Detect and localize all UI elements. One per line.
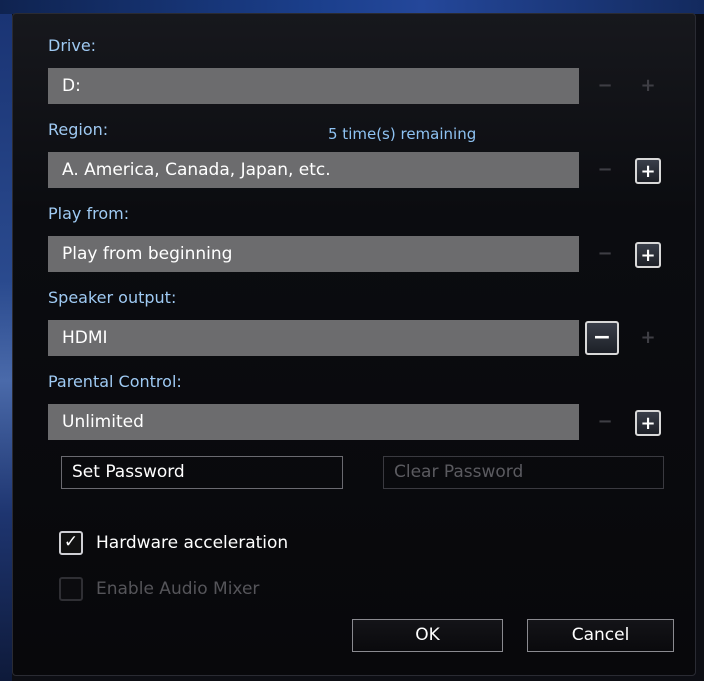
drive-plus-button: + [640,75,656,96]
background-strip-left [0,14,12,681]
parental-control-field[interactable]: Unlimited [48,404,579,440]
speaker-output-field[interactable]: HDMI [48,320,579,356]
drive-minus-button: − [597,75,613,96]
cancel-button[interactable]: Cancel [527,619,674,652]
region-plus-button[interactable]: + [635,158,661,184]
parental-control-plus-button[interactable]: + [635,410,661,436]
parental-control-label: Parental Control: [48,372,182,391]
region-label: Region: [48,120,109,139]
speaker-output-plus-button: + [640,327,656,348]
play-from-label: Play from: [48,204,130,223]
parental-control-minus-button: − [597,411,613,432]
speaker-output-minus-button[interactable]: − [585,321,619,355]
play-from-plus-button[interactable]: + [635,242,661,268]
drive-label: Drive: [48,36,97,55]
hardware-acceleration-checkbox[interactable]: ✓ [59,531,83,555]
play-from-field[interactable]: Play from beginning [48,236,579,272]
clear-password-button: Clear Password [383,456,664,489]
region-field[interactable]: A. America, Canada, Japan, etc. [48,152,579,188]
region-remaining-text: 5 time(s) remaining [328,125,477,143]
speaker-output-label: Speaker output: [48,288,177,307]
play-from-minus-button: − [597,243,613,264]
checkmark-icon: ✓ [63,532,79,552]
drive-field[interactable]: D: [48,68,579,104]
set-password-button[interactable]: Set Password [61,456,343,489]
region-minus-button: − [597,159,613,180]
hardware-acceleration-label[interactable]: Hardware acceleration [96,532,288,554]
audio-mixer-checkbox [59,577,83,601]
audio-mixer-label: Enable Audio Mixer [96,579,260,599]
ok-button[interactable]: OK [352,619,503,652]
background-strip-top [0,0,704,14]
